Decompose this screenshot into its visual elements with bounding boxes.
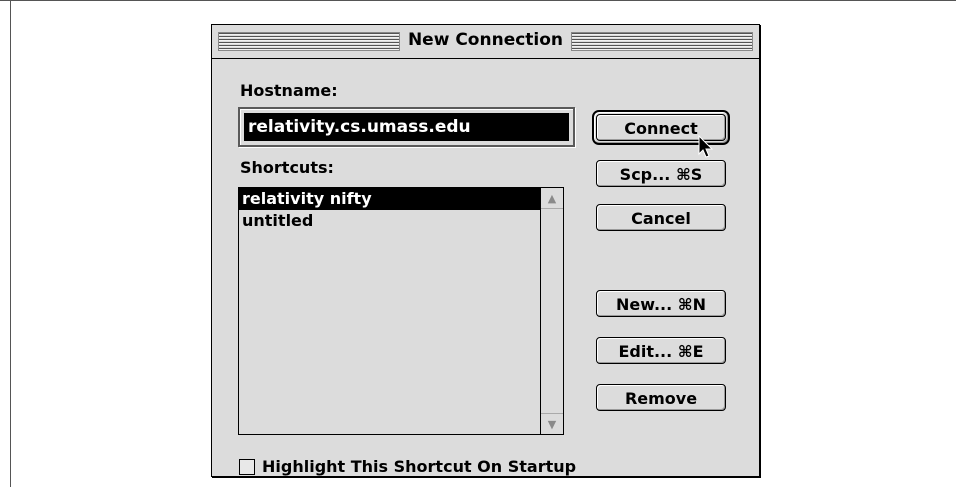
- scroll-up-arrow-icon[interactable]: ▲: [541, 188, 563, 209]
- shortcuts-scrollbar[interactable]: ▲ ▼: [540, 188, 563, 434]
- edit-shortcut-button[interactable]: Edit... ⌘E: [596, 337, 726, 364]
- scp-button[interactable]: Scp... ⌘S: [596, 160, 726, 187]
- highlight-shortcut-checkbox[interactable]: [239, 458, 255, 475]
- shortcuts-list-items: relativity nifty untitled: [239, 188, 540, 434]
- list-item[interactable]: untitled: [239, 210, 540, 232]
- scroll-down-arrow-icon[interactable]: ▼: [541, 413, 563, 434]
- dialog-title: New Connection: [407, 30, 564, 50]
- list-item[interactable]: relativity nifty: [239, 188, 540, 210]
- hostname-label: Hostname:: [240, 81, 338, 100]
- titlebar-grip-right: [571, 32, 753, 51]
- cancel-button[interactable]: Cancel: [596, 204, 726, 231]
- titlebar-grip-left: [218, 32, 400, 51]
- shortcuts-label: Shortcuts:: [240, 158, 334, 177]
- new-shortcut-button[interactable]: New... ⌘N: [596, 290, 726, 317]
- shortcuts-list[interactable]: relativity nifty untitled ▲ ▼: [238, 187, 564, 435]
- highlight-shortcut-option[interactable]: Highlight This Shortcut On Startup: [239, 457, 576, 476]
- hostname-value[interactable]: relativity.cs.umass.edu: [244, 113, 569, 141]
- highlight-shortcut-label: Highlight This Shortcut On Startup: [262, 457, 577, 476]
- frame-left-border: [10, 0, 11, 487]
- hostname-field[interactable]: relativity.cs.umass.edu: [238, 107, 575, 147]
- mouse-pointer-icon: [698, 135, 714, 158]
- frame-top-border: [0, 0, 956, 1]
- remove-shortcut-button[interactable]: Remove: [596, 384, 726, 411]
- new-connection-dialog: New Connection Hostname: relativity.cs.u…: [211, 24, 760, 477]
- dialog-titlebar[interactable]: New Connection: [212, 25, 759, 59]
